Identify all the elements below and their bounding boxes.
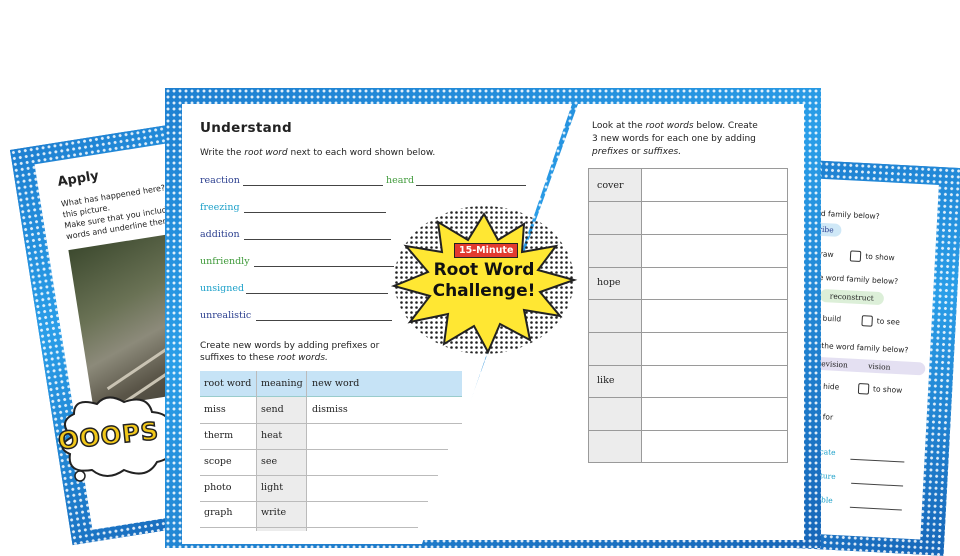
understand-heading: Understand <box>200 120 292 136</box>
badge-title-line2: Challenge! <box>432 281 536 301</box>
word-unrealistic: unrealistic <box>200 310 252 321</box>
answer-line[interactable] <box>254 266 394 267</box>
answer-line[interactable] <box>850 458 905 463</box>
create-instruction: Create new words by adding prefixes or s… <box>200 341 380 363</box>
answer-line[interactable] <box>849 506 902 511</box>
answer-line[interactable] <box>243 185 383 186</box>
starburst-icon <box>390 206 578 355</box>
root-hope: hope <box>597 277 621 288</box>
word-unsigned: unsigned <box>200 283 245 294</box>
answer-line[interactable] <box>256 320 392 321</box>
badge-title-line1: Root Word <box>433 260 535 280</box>
header-meaning: meaning <box>261 378 303 389</box>
checkbox[interactable] <box>861 315 874 327</box>
new-words-grid: cover hope like <box>588 168 788 463</box>
word-heard: heard <box>386 175 415 186</box>
answer-line[interactable] <box>416 185 526 186</box>
checkbox[interactable] <box>857 383 870 395</box>
table-row: therm heat <box>200 423 448 450</box>
challenge-badge: 15-Minute Root Word Challenge! <box>384 200 584 360</box>
root-cover: cover <box>597 180 624 191</box>
word-freezing: freezing <box>200 202 240 213</box>
table-row: photo light <box>200 475 428 502</box>
answer-line[interactable] <box>851 482 904 487</box>
badge-minute-label: 15-Minute <box>454 243 519 258</box>
answer-line[interactable] <box>244 212 386 213</box>
table-row: scope see <box>200 449 438 476</box>
word-unfriendly: unfriendly <box>200 256 250 267</box>
answer-line[interactable] <box>244 239 391 240</box>
answer-line[interactable] <box>246 293 388 294</box>
new-words-instruction: Look at the root words below. Create 3 n… <box>592 121 758 157</box>
root-like: like <box>597 375 615 386</box>
checkbox[interactable] <box>850 250 862 263</box>
word-reaction: reaction <box>200 175 240 186</box>
header-new-word: new word <box>312 378 360 389</box>
table-row: graph write <box>200 501 418 528</box>
word-addition: addition <box>200 229 240 240</box>
ooops-burst: OOOPS <box>52 392 182 482</box>
understand-instruction: Write the root word next to each word sh… <box>200 148 436 158</box>
apply-heading: Apply <box>56 168 100 190</box>
table-row: miss send dismiss <box>200 397 462 424</box>
header-root-word: root word <box>204 378 252 389</box>
apply-prompt: What has happened here? W this picture. … <box>60 181 177 242</box>
